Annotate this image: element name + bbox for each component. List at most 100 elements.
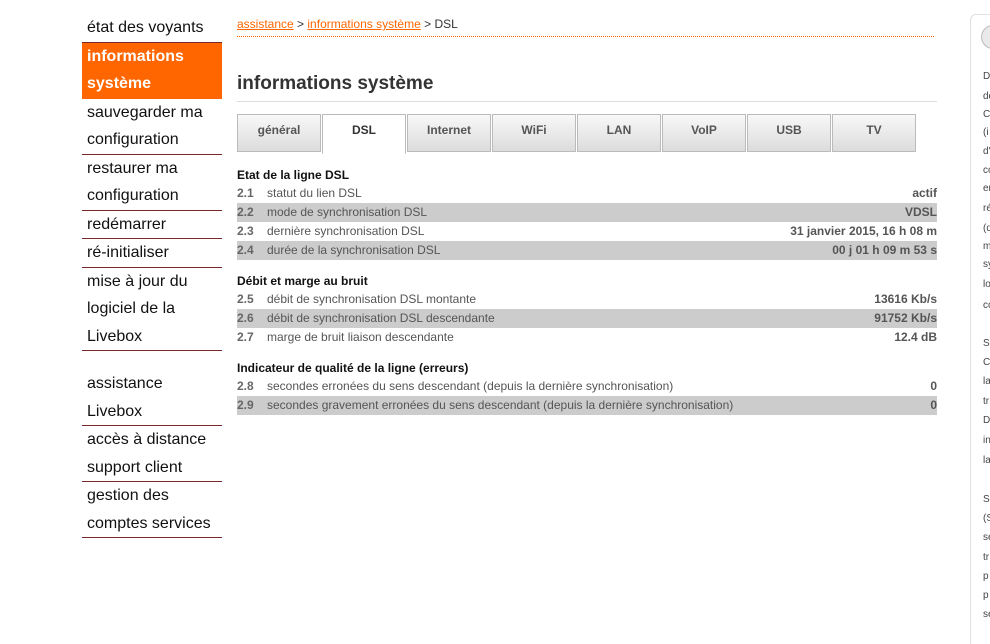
help-text-fragment: d' [983,146,990,157]
info-row: 2.2 mode de synchronisation DSL VDSL [237,203,937,222]
sidebar-item[interactable]: accès à distance support client [82,426,222,482]
help-text-fragment: (i [983,127,989,138]
sidebar-item[interactable]: redémarrer [82,211,222,239]
info-row: 2.1 statut du lien DSL actif [237,184,937,203]
help-text-fragment: la [983,376,990,387]
page-title: informations système [237,73,937,102]
info-row: 2.5 débit de synchronisation DSL montante… [237,290,937,309]
help-text-fragment: la [983,455,990,466]
row-number: 2.7 [237,330,254,344]
help-text-fragment: C [983,357,990,368]
section-title: Indicateur de qualité de la ligne (erreu… [237,361,469,375]
info-row: 2.7 marge de bruit liaison descendante 12.… [237,328,937,347]
row-label: durée de la synchronisation DSL [267,243,441,257]
tab-3[interactable]: WiFi [492,114,576,152]
tab-bar: général DSL Internet WiFi LAN VoIP USB TV [237,114,937,154]
row-label: marge de bruit liaison descendante [267,330,454,344]
breadcrumb-link-informations-systeme[interactable]: informations système [307,17,420,31]
help-text-fragment: in [983,435,990,446]
tab-5[interactable]: VoIP [662,114,746,152]
row-value: 0 [930,379,937,393]
row-number: 2.6 [237,311,254,325]
row-value: 91752 Kb/s [874,311,937,325]
sidebar-item[interactable]: informations système [82,42,222,99]
sidebar-nav: état des voyants informations système sauv… [82,14,222,538]
sidebar-item[interactable]: restaurer ma configuration [82,155,222,211]
help-icon[interactable] [981,25,990,49]
help-text-fragment: co [983,300,990,311]
info-row: 2.4 durée de la synchronisation DSL 00 j 0… [237,241,937,260]
section-title: Débit et marge au bruit [237,274,368,288]
help-text-fragment: ré [983,203,990,214]
info-row: 2.9 secondes gravement erronées du sens d… [237,396,937,415]
tab-0[interactable]: général [237,114,321,152]
info-row: 2.3 dernière synchronisation DSL 31 janvie… [237,222,937,241]
sidebar-group-support: assistance Livebox accès à distance suppo… [82,370,222,538]
sidebar-item[interactable]: état des voyants [82,14,222,43]
info-row: 2.8 secondes erronées du sens descendant … [237,377,937,396]
help-text-fragment: de [983,91,990,102]
breadcrumb-current: DSL [434,17,458,31]
row-value: actif [912,186,937,200]
row-number: 2.2 [237,205,254,219]
row-number: 2.4 [237,243,254,257]
help-text-fragment: D [983,415,990,426]
row-label: mode de synchronisation DSL [267,205,428,219]
tab-2[interactable]: Internet [407,114,491,152]
sidebar-group-system: état des voyants informations système sauv… [82,14,222,351]
help-text-fragment: (d [983,223,990,234]
help-text-fragment: D [983,71,990,82]
row-value: 13616 Kb/s [874,292,937,306]
help-text-fragment: S [983,338,990,349]
help-text-fragment: co [983,165,990,176]
help-text-fragment: se [983,532,990,543]
help-panel-frame: DdeC(id'coerré(dmsylocoSClatrDinlaS(Sset… [970,14,990,644]
help-text-fragment: sy [983,259,990,270]
sidebar-separator [82,351,222,370]
tab-1[interactable]: DSL [322,114,406,154]
help-text-fragment: p [983,590,989,601]
row-value: 0 [930,398,937,412]
help-text-fragment: (S [983,513,990,524]
row-value: 12.4 dB [894,330,937,344]
help-text-fragment: p [983,571,989,582]
sidebar-item[interactable]: gestion des comptes services [82,482,222,538]
row-label: débit de synchronisation DSL montante [267,292,477,306]
row-number: 2.9 [237,398,254,412]
row-label: secondes erronées du sens descendant (de… [267,379,674,393]
help-text-fragment: tr [983,396,990,407]
sidebar-item[interactable]: ré-initialiser [82,239,222,268]
help-panel: DdeC(id'coerré(dmsylocoSClatrDinlaS(Sset… [970,14,990,644]
sidebar-item[interactable]: sauvegarder ma configuration [82,99,222,155]
help-text-fragment: lo [983,279,990,290]
help-text-fragment: m [983,241,990,252]
row-label: débit de synchronisation DSL descendante [267,311,495,325]
help-text-fragment: C [983,109,990,120]
sidebar-item[interactable]: mise à jour du logiciel de la Livebox [82,268,222,351]
row-number: 2.5 [237,292,254,306]
tab-4[interactable]: LAN [577,114,661,152]
breadcrumb-separator: > [293,17,308,31]
row-label: secondes gravement erronées du sens desc… [267,398,734,412]
info-row: 2.6 débit de synchronisation DSL descenda… [237,309,937,328]
sidebar-item[interactable]: assistance Livebox [82,370,222,426]
row-number: 2.3 [237,224,254,238]
row-label: statut du lien DSL [267,186,362,200]
row-number: 2.1 [237,186,254,200]
main-content: assistance > informations système > DSL … [237,14,937,415]
tab-7[interactable]: TV [832,114,916,152]
help-text-fragment: er [983,183,990,194]
tab-6[interactable]: USB [747,114,831,152]
row-value: 31 janvier 2015, 16 h 08 m [790,224,937,238]
breadcrumb-separator: > [420,17,435,31]
row-number: 2.8 [237,379,254,393]
breadcrumb-link-assistance[interactable]: assistance [237,17,294,31]
help-text-fragment: tr [983,552,990,563]
section-title: Etat de la ligne DSL [237,168,350,182]
row-label: dernière synchronisation DSL [267,224,425,238]
row-value: VDSL [904,205,937,219]
breadcrumb: assistance > informations système > DSL [237,14,934,37]
dsl-info-sections: Etat de la ligne DSL 2.1 statut du lien DS… [237,167,937,415]
help-text-fragment: se [983,609,990,620]
help-text-fragment: S [983,494,990,505]
